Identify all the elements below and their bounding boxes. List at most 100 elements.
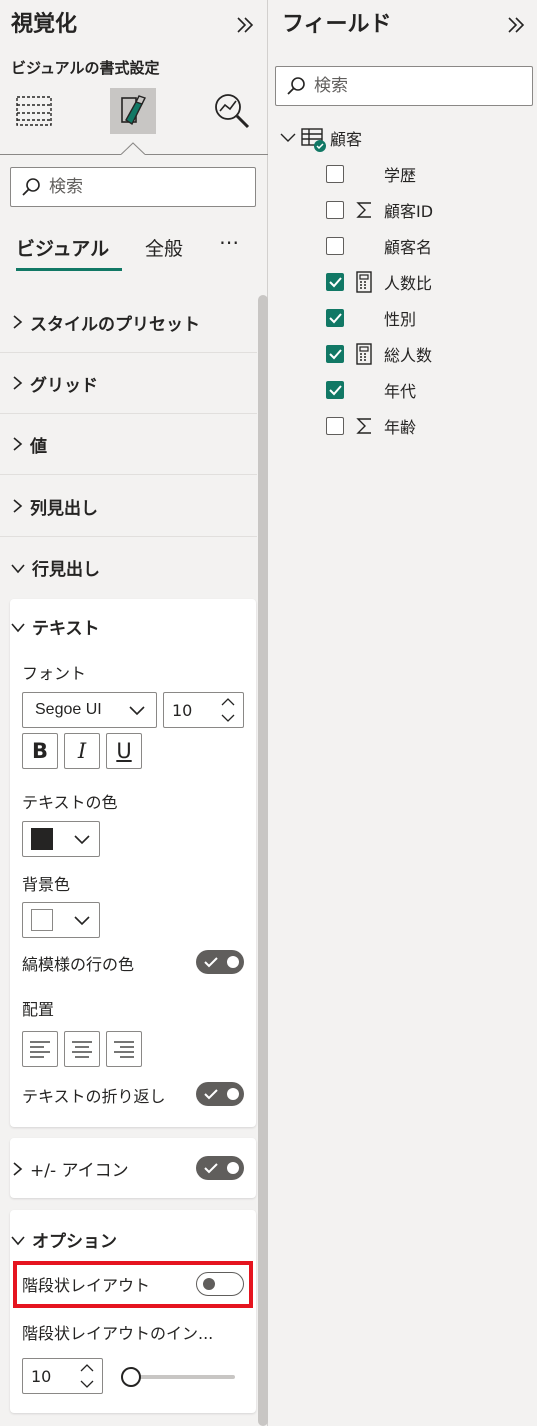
- field-row[interactable]: 年代: [269, 372, 537, 408]
- field-row[interactable]: 顧客名: [269, 228, 537, 264]
- text-card-header[interactable]: テキスト: [10, 614, 100, 639]
- field-checkbox[interactable]: [326, 165, 344, 183]
- table-name: 顧客: [330, 130, 363, 149]
- format-paint-icon[interactable]: [110, 88, 156, 134]
- table-icon: [301, 128, 326, 152]
- table-build-icon[interactable]: [11, 88, 57, 134]
- visualizations-title: 視覚化: [11, 12, 78, 37]
- field-row[interactable]: 学歴: [269, 156, 537, 192]
- search-icon: [22, 178, 40, 196]
- check-icon: [329, 349, 342, 360]
- field-label: 年齢: [384, 418, 417, 437]
- align-left-icon: [30, 1041, 50, 1058]
- active-tab-pointer: [121, 142, 145, 155]
- field-row[interactable]: 人数比: [269, 264, 537, 300]
- align-center-button[interactable]: [64, 1031, 100, 1067]
- search-icon: [287, 77, 305, 95]
- fields-pane: フィールド 顧客 学歴 顧客ID 顧客名: [269, 0, 537, 1426]
- font-label: フォント: [22, 664, 87, 683]
- fields-title: フィールド: [282, 12, 392, 37]
- chevron-right-icon: [13, 315, 23, 329]
- tab-visual[interactable]: ビジュアル: [16, 234, 109, 261]
- align-right-icon: [114, 1041, 134, 1058]
- align-right-button[interactable]: [106, 1031, 142, 1067]
- tab-general[interactable]: 全般: [145, 234, 183, 261]
- field-checkbox[interactable]: [326, 201, 344, 219]
- analytics-icon[interactable]: [209, 88, 255, 134]
- table-node[interactable]: 顧客: [269, 120, 537, 156]
- alignment-label: 配置: [22, 1000, 55, 1019]
- more-options-icon[interactable]: ⋯: [219, 230, 240, 254]
- fields-search-input[interactable]: [314, 76, 484, 96]
- check-icon: [204, 1089, 218, 1100]
- section-column-headers[interactable]: 列見出し: [0, 476, 257, 537]
- field-row[interactable]: 年齢: [269, 408, 537, 444]
- section-label: 値: [30, 436, 47, 457]
- font-family-value: Segoe UI: [35, 701, 102, 718]
- fields-search-box[interactable]: [275, 66, 533, 106]
- check-icon: [204, 957, 218, 968]
- background-color-picker[interactable]: [22, 902, 100, 938]
- chevron-down-icon: [11, 563, 25, 573]
- card-title: +/- アイコン: [30, 1161, 129, 1181]
- field-checkbox[interactable]: [326, 381, 344, 399]
- chevron-right-icon: [13, 1161, 23, 1176]
- sigma-icon: [356, 418, 371, 434]
- field-label: 総人数: [384, 346, 433, 365]
- plus-minus-icons-toggle[interactable]: [196, 1156, 244, 1180]
- collapse-pane-icon[interactable]: [505, 14, 527, 36]
- section-style-presets[interactable]: スタイルのプリセット: [0, 292, 257, 353]
- chevron-right-icon: [13, 376, 23, 390]
- align-center-icon: [72, 1041, 92, 1058]
- banded-rows-toggle[interactable]: [196, 950, 244, 974]
- calculator-icon: [356, 271, 372, 293]
- indent-value: 10: [31, 1366, 52, 1386]
- chevron-right-icon: [13, 437, 23, 451]
- field-checkbox[interactable]: [326, 237, 344, 255]
- bold-button[interactable]: B: [22, 733, 58, 769]
- calculator-icon: [356, 343, 372, 365]
- section-label: 行見出し: [32, 560, 100, 580]
- section-label: グリッド: [30, 375, 98, 396]
- chevron-down-icon: [129, 706, 145, 716]
- font-family-dropdown[interactable]: Segoe UI: [22, 692, 157, 728]
- indent-slider-thumb[interactable]: [121, 1367, 141, 1387]
- field-checkbox[interactable]: [326, 417, 344, 435]
- align-left-button[interactable]: [22, 1031, 58, 1067]
- italic-button[interactable]: I: [64, 733, 100, 769]
- field-row[interactable]: 総人数: [269, 336, 537, 372]
- indent-stepper[interactable]: 10: [22, 1358, 103, 1394]
- chevron-right-icon: [13, 499, 23, 513]
- font-size-stepper[interactable]: 10: [163, 692, 244, 728]
- check-icon: [329, 313, 342, 324]
- active-tab-indicator: [16, 268, 122, 271]
- stepper-arrows-icon: [80, 1364, 94, 1388]
- check-icon: [204, 1163, 218, 1174]
- options-header[interactable]: オプション: [10, 1227, 117, 1252]
- indent-slider-track[interactable]: [125, 1375, 235, 1379]
- field-label: 年代: [384, 382, 417, 401]
- plus-minus-icons-header[interactable]: +/- アイコン: [10, 1156, 129, 1181]
- scrollbar[interactable]: [258, 295, 268, 1426]
- chevron-down-icon: [74, 835, 90, 845]
- chevron-down-icon: [11, 622, 25, 632]
- text-color-label: テキストの色: [22, 793, 118, 812]
- field-checkbox[interactable]: [326, 345, 344, 363]
- section-row-headers[interactable]: 行見出し: [0, 537, 257, 598]
- field-checkbox[interactable]: [326, 309, 344, 327]
- text-wrap-toggle[interactable]: [196, 1082, 244, 1106]
- text-wrap-label: テキストの折り返し: [22, 1087, 166, 1106]
- format-search-box[interactable]: [10, 167, 256, 207]
- text-color-picker[interactable]: [22, 821, 100, 857]
- field-row[interactable]: 性別: [269, 300, 537, 336]
- format-search-input[interactable]: [49, 177, 219, 197]
- section-grid[interactable]: グリッド: [0, 353, 257, 414]
- chevron-down-icon: [74, 916, 90, 926]
- field-checkbox[interactable]: [326, 273, 344, 291]
- field-row[interactable]: 顧客ID: [269, 192, 537, 228]
- section-values[interactable]: 値: [0, 414, 257, 475]
- field-label: 学歴: [384, 166, 417, 185]
- collapse-pane-icon[interactable]: [234, 14, 256, 36]
- underline-button[interactable]: U: [106, 733, 142, 769]
- card-title: オプション: [32, 1232, 117, 1252]
